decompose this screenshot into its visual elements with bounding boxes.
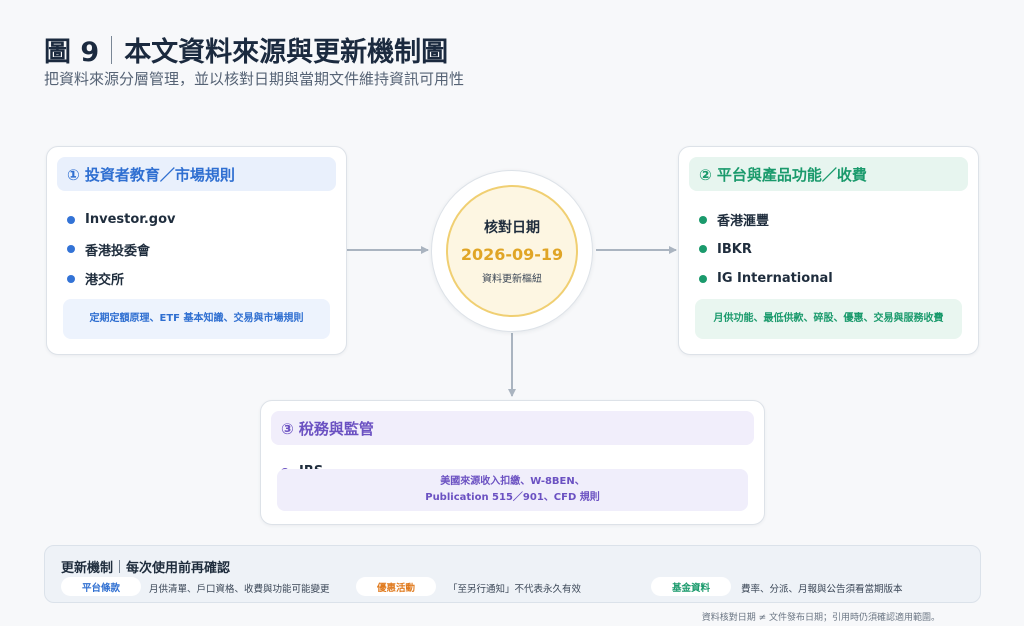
bullet-dot-icon — [67, 245, 75, 254]
chip-desc: 「至另行通知」不代表永久有效 — [448, 584, 582, 595]
bullet-dot-icon — [699, 274, 707, 283]
hub-inner: 核對日期 2026-09-19 資料更新樞紐 — [446, 185, 578, 317]
update-title-main: 更新機制 — [61, 561, 114, 576]
card-note: 美國來源收入扣繳、W-8BEN、 Publication 515／901、CFD… — [277, 469, 748, 511]
chip-desc: 費率、分派、月報與公告須看當期版本 — [741, 584, 903, 595]
update-mechanism-panel: 更新機制 每次使用前再確認 平台條款 月供清單、戶口資格、收費與功能可能變更 優… — [44, 545, 981, 603]
source-label: 港交所 — [85, 273, 125, 289]
source-list: Investor.gov 香港投委會 港交所 — [67, 205, 175, 294]
chip-promotions: 優惠活動 — [356, 577, 436, 596]
hub-label: 核對日期 — [484, 220, 540, 236]
hub-circle: 核對日期 2026-09-19 資料更新樞紐 — [431, 170, 593, 332]
card-header: ③ 稅務與監管 — [271, 411, 754, 445]
card-header: ② 平台與產品功能／收費 — [689, 157, 968, 191]
bullet-dot-icon — [67, 215, 75, 224]
card-investor-education: ① 投資者教育／市場規則 Investor.gov 香港投委會 港交所 定期定額… — [46, 146, 347, 355]
chip-fund-info: 基金資料 — [651, 577, 731, 596]
hub-date: 2026-09-19 — [460, 245, 564, 264]
card-header: ① 投資者教育／市場規則 — [57, 157, 336, 191]
list-item: IG International — [699, 264, 833, 294]
card-note-line: Publication 515／901、CFD 規則 — [425, 492, 600, 503]
list-item: 香港滙豐 — [699, 205, 833, 235]
list-item: IBKR — [699, 235, 833, 265]
source-label: IBKR — [717, 241, 752, 257]
card-note-line: 美國來源收入扣繳、W-8BEN、 — [440, 476, 585, 487]
bullet-dot-icon — [699, 245, 707, 254]
update-title-suffix: 每次使用前再確認 — [126, 561, 231, 576]
bullet-dot-icon — [699, 215, 707, 224]
source-label: Investor.gov — [85, 212, 176, 228]
card-platform-features: ② 平台與產品功能／收費 香港滙豐 IBKR IG International … — [678, 146, 979, 355]
update-title: 更新機制 每次使用前再確認 — [61, 557, 230, 576]
source-label: IG International — [717, 271, 833, 287]
card-note: 月供功能、最低供款、碎股、優惠、交易與服務收費 — [695, 299, 962, 339]
chip-platform-terms: 平台條款 — [61, 577, 141, 596]
update-title-divider — [119, 560, 121, 573]
footnote: 資料核對日期 ≠ 文件發布日期；引用時仍須確認適用範圍。 — [701, 613, 940, 623]
source-label: 香港投委會 — [85, 243, 151, 259]
list-item: 港交所 — [67, 264, 175, 294]
list-item: Investor.gov — [67, 205, 175, 235]
list-item: 香港投委會 — [67, 235, 175, 265]
chip-desc: 月供清單、戶口資格、收費與功能可能變更 — [149, 584, 330, 595]
source-label: 香港滙豐 — [717, 214, 770, 230]
source-list: 香港滙豐 IBKR IG International — [699, 205, 833, 294]
card-tax-regulation: ③ 稅務與監管 IRS 美國來源收入扣繳、W-8BEN、 Publication… — [260, 400, 765, 525]
hub-sub: 資料更新樞紐 — [482, 274, 542, 285]
card-note: 定期定額原理、ETF 基本知識、交易與市場規則 — [63, 299, 330, 339]
bullet-dot-icon — [67, 274, 75, 283]
